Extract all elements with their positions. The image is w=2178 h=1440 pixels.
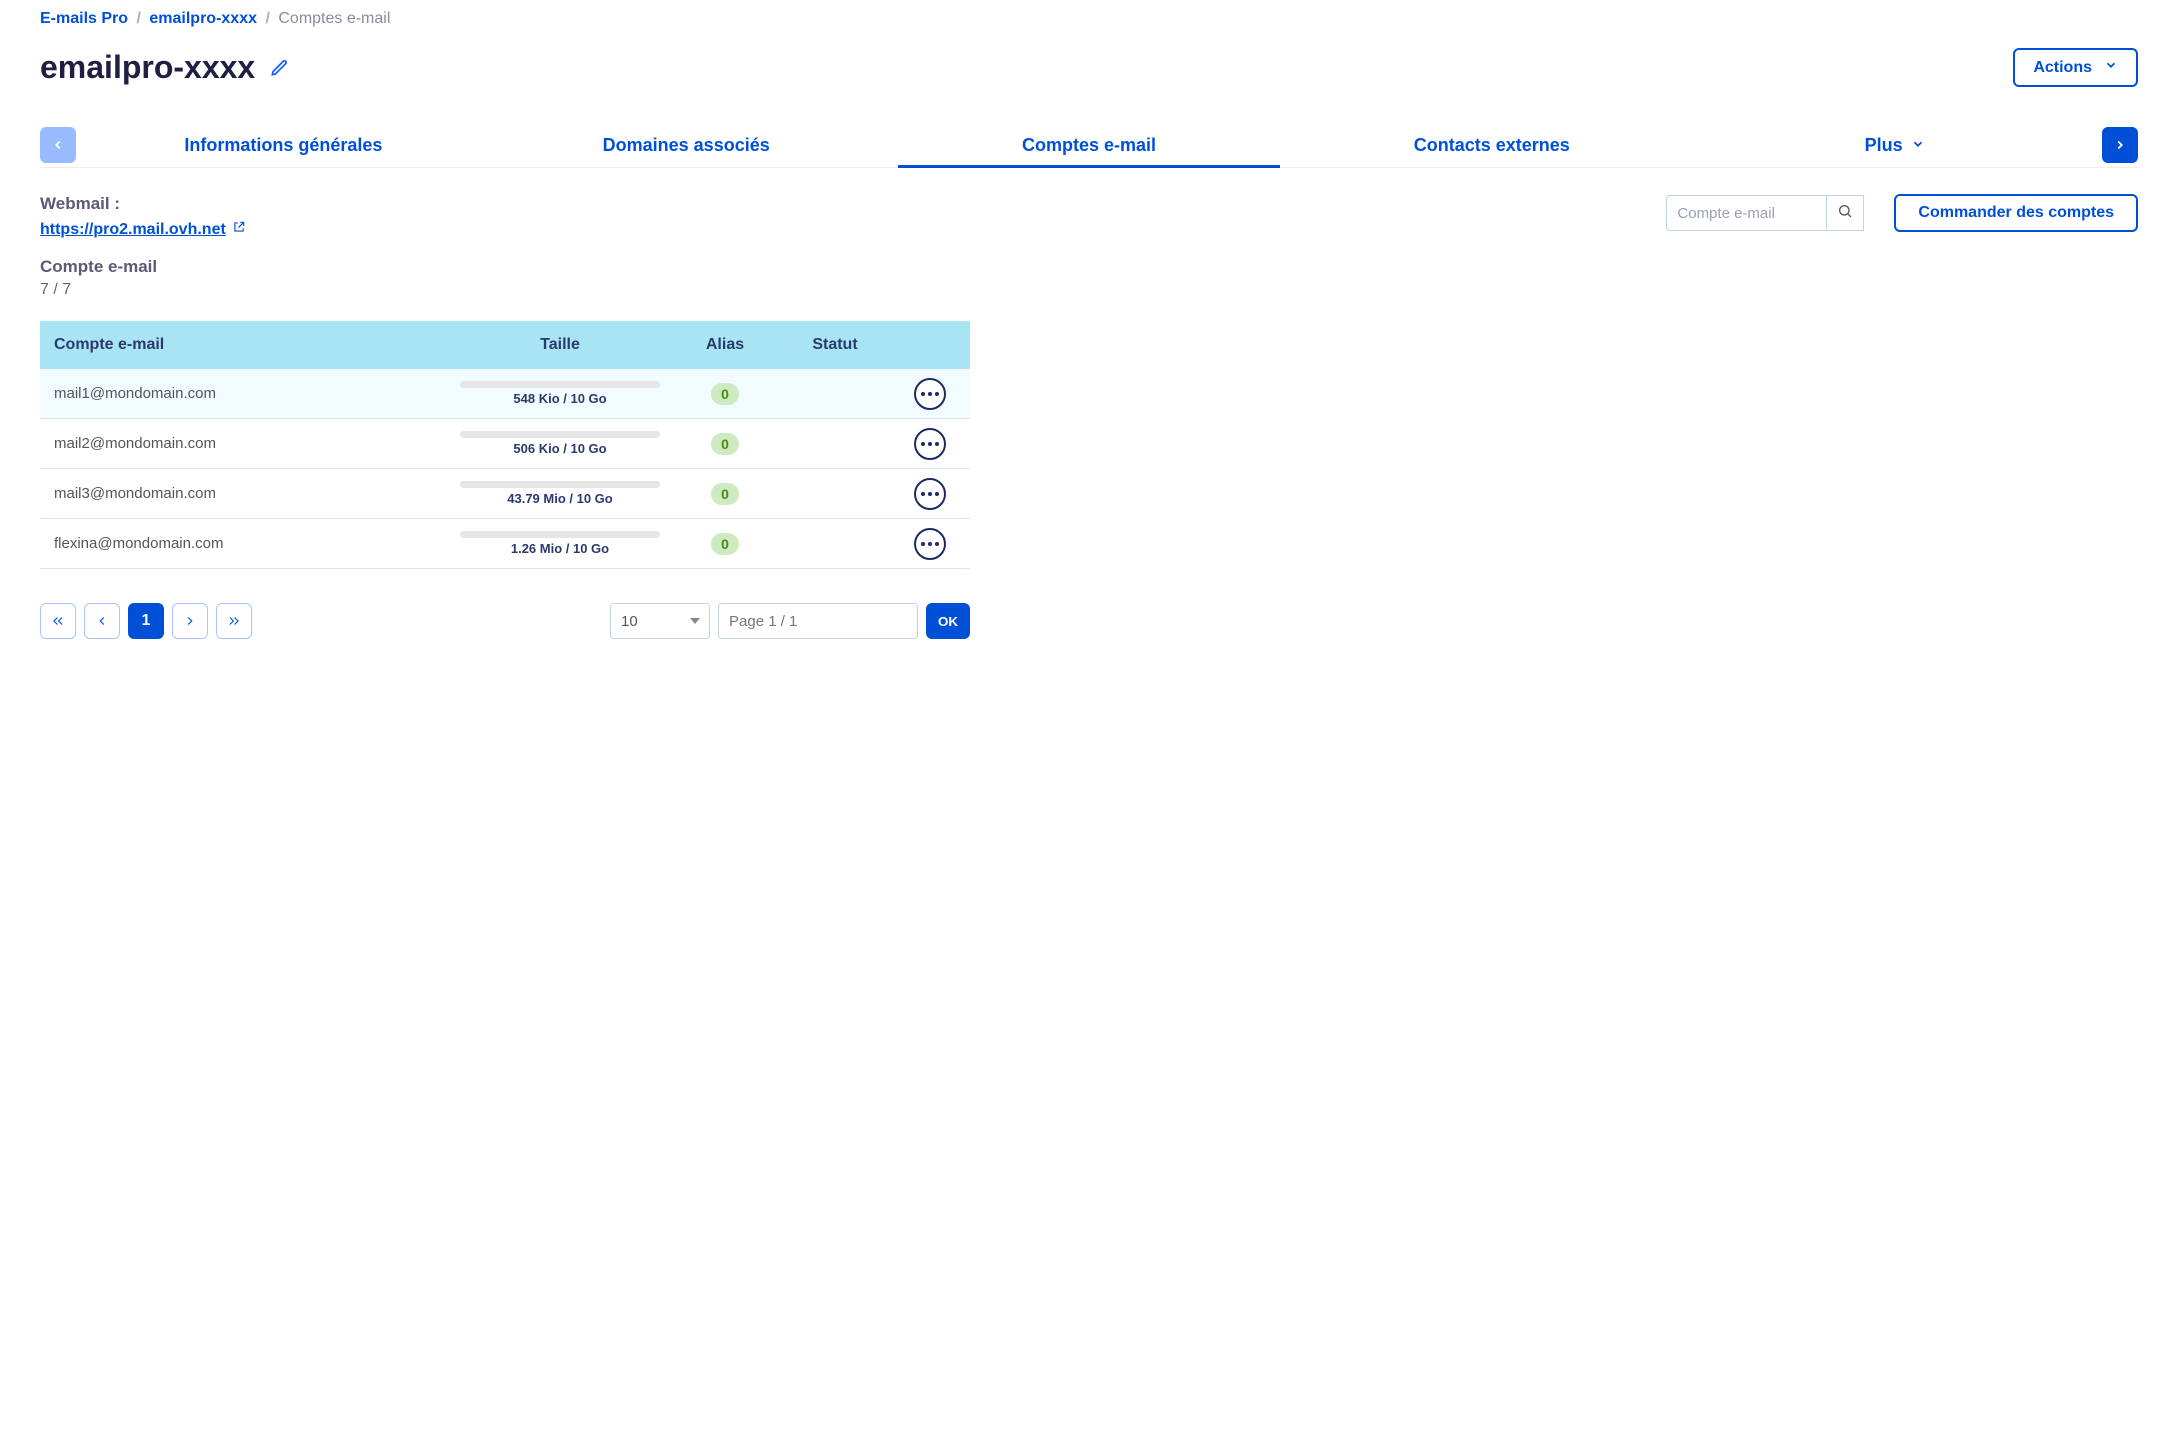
- tab-bar: Informations générales Domaines associés…: [40, 123, 2138, 168]
- ellipsis-icon: [921, 492, 939, 496]
- table-row: mail3@mondomain.com 43.79 Mio / 10 Go 0: [40, 469, 970, 519]
- webmail-link[interactable]: https://pro2.mail.ovh.net: [40, 220, 246, 239]
- tab-domains[interactable]: Domaines associés: [485, 123, 888, 167]
- tabs-next-button[interactable]: [2102, 127, 2138, 163]
- actions-label: Actions: [2033, 59, 2092, 77]
- cell-email: mail3@mondomain.com: [40, 485, 450, 502]
- row-actions-button[interactable]: [914, 478, 946, 510]
- page-title: emailpro-xxxx: [40, 49, 255, 86]
- size-progress: [460, 431, 660, 438]
- breadcrumb-sep: /: [136, 10, 140, 27]
- alias-badge: 0: [711, 383, 739, 405]
- th-status: Statut: [780, 336, 890, 354]
- search-icon: [1837, 203, 1853, 224]
- size-progress: [460, 381, 660, 388]
- alias-badge: 0: [711, 483, 739, 505]
- pagination-prev[interactable]: [84, 603, 120, 639]
- table-row: mail1@mondomain.com 548 Kio / 10 Go 0: [40, 369, 970, 419]
- cell-size: 548 Kio / 10 Go: [513, 391, 606, 406]
- chevron-down-icon: [1911, 135, 1925, 156]
- webmail-url: https://pro2.mail.ovh.net: [40, 221, 226, 239]
- alias-badge: 0: [711, 533, 739, 555]
- pagination: 1 10 OK: [40, 603, 970, 639]
- external-link-icon: [232, 220, 246, 239]
- actions-dropdown[interactable]: Actions: [2013, 48, 2138, 87]
- pagination-current[interactable]: 1: [128, 603, 164, 639]
- ellipsis-icon: [921, 442, 939, 446]
- edit-title-icon[interactable]: [269, 58, 289, 78]
- breadcrumb-current: Comptes e-mail: [278, 10, 390, 27]
- ellipsis-icon: [921, 542, 939, 546]
- tab-more-label: Plus: [1865, 135, 1903, 156]
- breadcrumb-sep: /: [265, 10, 269, 27]
- cell-email: flexina@mondomain.com: [40, 535, 450, 552]
- tabs-prev-button[interactable]: [40, 127, 76, 163]
- page-of-input[interactable]: [718, 603, 918, 639]
- th-alias: Alias: [670, 336, 780, 354]
- cell-email: mail1@mondomain.com: [40, 385, 450, 402]
- table-row: mail2@mondomain.com 506 Kio / 10 Go 0: [40, 419, 970, 469]
- accounts-count-label: Compte e-mail: [40, 257, 246, 277]
- cell-email: mail2@mondomain.com: [40, 435, 450, 452]
- page-size-select[interactable]: 10: [610, 603, 710, 639]
- webmail-label: Webmail :: [40, 194, 246, 214]
- pagination-ok-button[interactable]: OK: [926, 603, 970, 639]
- search-input[interactable]: [1666, 195, 1826, 231]
- accounts-table: Compte e-mail Taille Alias Statut mail1@…: [40, 321, 970, 569]
- row-actions-button[interactable]: [914, 428, 946, 460]
- cell-size: 1.26 Mio / 10 Go: [511, 541, 609, 556]
- cell-size: 43.79 Mio / 10 Go: [507, 491, 613, 506]
- pagination-first[interactable]: [40, 603, 76, 639]
- pagination-last[interactable]: [216, 603, 252, 639]
- th-size: Taille: [450, 336, 670, 354]
- breadcrumb-service[interactable]: emailpro-xxxx: [149, 10, 257, 27]
- size-progress: [460, 481, 660, 488]
- alias-badge: 0: [711, 433, 739, 455]
- cell-size: 506 Kio / 10 Go: [513, 441, 606, 456]
- size-progress: [460, 531, 660, 538]
- row-actions-button[interactable]: [914, 528, 946, 560]
- row-actions-button[interactable]: [914, 378, 946, 410]
- ellipsis-icon: [921, 392, 939, 396]
- accounts-count-value: 7 / 7: [40, 281, 246, 299]
- breadcrumb-root[interactable]: E-mails Pro: [40, 10, 128, 27]
- table-header: Compte e-mail Taille Alias Statut: [40, 321, 970, 369]
- th-email: Compte e-mail: [40, 336, 450, 354]
- breadcrumb: E-mails Pro / emailpro-xxxx / Comptes e-…: [40, 10, 2138, 28]
- tab-general[interactable]: Informations générales: [82, 123, 485, 167]
- tab-more[interactable]: Plus: [1693, 123, 2096, 167]
- pagination-next[interactable]: [172, 603, 208, 639]
- search-button[interactable]: [1826, 195, 1864, 231]
- table-row: flexina@mondomain.com 1.26 Mio / 10 Go 0: [40, 519, 970, 569]
- tab-contacts[interactable]: Contacts externes: [1290, 123, 1693, 167]
- tab-accounts[interactable]: Comptes e-mail: [888, 123, 1291, 167]
- chevron-down-icon: [2104, 58, 2118, 77]
- order-accounts-button[interactable]: Commander des comptes: [1894, 194, 2138, 232]
